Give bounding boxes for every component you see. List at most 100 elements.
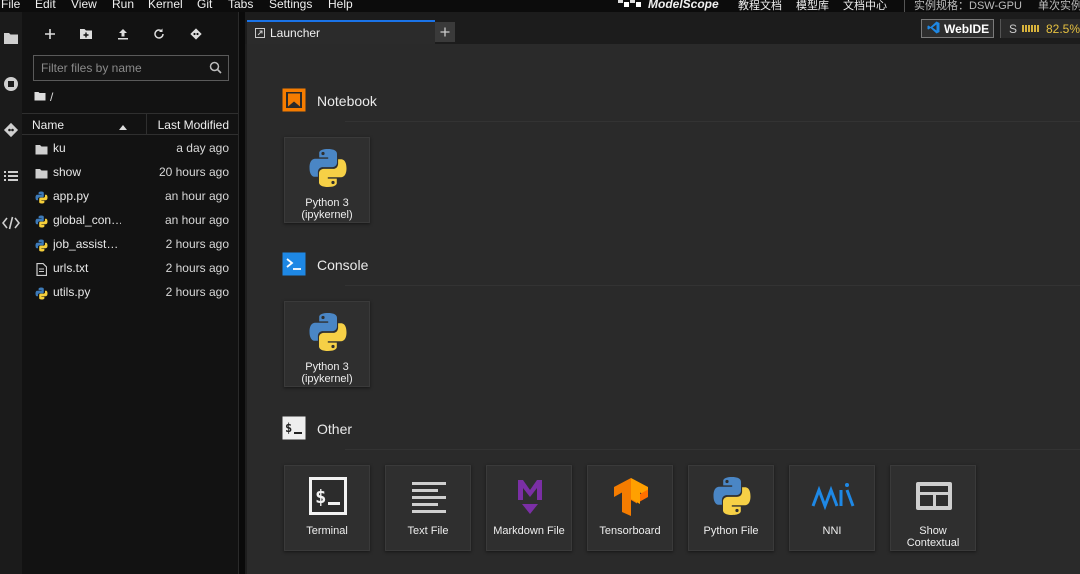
nni-logo-icon xyxy=(811,474,855,518)
instance-spec: 实例规格：DSW-GPU xyxy=(914,0,1022,12)
file-row[interactable]: job_assist… 2 hours ago xyxy=(22,232,238,256)
menu-view[interactable]: View xyxy=(71,0,97,11)
python-logo-icon xyxy=(306,146,350,190)
file-modified: 2 hours ago xyxy=(165,285,229,299)
file-browser-panel: / Name Last Modified ku a day ago show 2… xyxy=(22,12,239,574)
link-tutorials[interactable]: 教程文档 xyxy=(738,0,782,12)
card-label-line2: Contextual xyxy=(906,537,960,549)
card-label-line2: (ipykernel) xyxy=(301,373,353,385)
text-file-card[interactable]: Text File xyxy=(385,465,471,551)
show-contextual-help-card[interactable]: Show Contextual xyxy=(890,465,976,551)
file-name: job_assist… xyxy=(53,237,119,251)
file-filter-input[interactable] xyxy=(34,56,204,80)
menu-kernel[interactable]: Kernel xyxy=(148,0,183,11)
file-modified: a day ago xyxy=(176,141,229,155)
home-folder-icon[interactable] xyxy=(34,90,46,104)
table-of-contents-icon[interactable] xyxy=(0,164,22,188)
file-row[interactable]: app.py an hour ago xyxy=(22,184,238,208)
menu-edit[interactable]: Edit xyxy=(35,0,56,11)
menu-file[interactable]: File xyxy=(1,0,20,11)
tab-launcher-label: Launcher xyxy=(270,26,321,40)
new-tab-button[interactable] xyxy=(435,22,455,42)
menu-tabs[interactable]: Tabs xyxy=(228,0,253,11)
search-icon xyxy=(209,61,222,79)
resource-meter-percent: 82.5% xyxy=(1046,22,1080,36)
tab-bar: Launcher WebIDE S 82.5% xyxy=(245,12,1080,44)
file-list-header: Name Last Modified xyxy=(22,113,238,135)
file-name: app.py xyxy=(53,189,90,203)
notebook-python3-card[interactable]: Python 3 (ipykernel) xyxy=(284,137,370,223)
breadcrumb-root[interactable]: / xyxy=(50,90,53,104)
link-docs-center[interactable]: 文档中心 xyxy=(843,0,887,12)
card-label-line1: Tensorboard xyxy=(599,525,661,537)
card-label-line1: Text File xyxy=(407,525,449,537)
breadcrumb: / xyxy=(34,89,53,105)
markdown-file-card[interactable]: Markdown File xyxy=(486,465,572,551)
python-file-icon xyxy=(34,286,48,300)
menu-help[interactable]: Help xyxy=(328,0,353,11)
file-row[interactable]: show 20 hours ago xyxy=(22,160,238,184)
section-divider xyxy=(345,121,1080,122)
resource-meter: S 82.5% xyxy=(1000,19,1080,38)
file-browser-icon[interactable] xyxy=(0,26,22,50)
file-name: urls.txt xyxy=(53,261,89,275)
card-label-line1: Markdown File xyxy=(493,525,565,537)
resource-meter-bar xyxy=(1022,25,1040,32)
section-divider xyxy=(345,449,1080,450)
python-file-card[interactable]: Python File xyxy=(688,465,774,551)
file-row[interactable]: urls.txt 2 hours ago xyxy=(22,256,238,280)
link-model-hub[interactable]: 模型库 xyxy=(796,0,829,12)
new-launcher-button[interactable] xyxy=(40,24,60,44)
file-filter-box xyxy=(33,55,229,81)
column-divider[interactable] xyxy=(146,114,147,134)
git-icon[interactable] xyxy=(0,118,22,142)
upload-button[interactable] xyxy=(113,24,133,44)
file-modified: an hour ago xyxy=(164,189,229,203)
card-label-line2: (ipykernel) xyxy=(301,209,353,221)
tab-launcher[interactable]: Launcher xyxy=(247,20,435,44)
card-label-line1: Python 3 xyxy=(305,197,349,209)
file-name: ku xyxy=(53,141,66,155)
launcher-tab-icon xyxy=(255,27,265,41)
nni-card[interactable]: NNI xyxy=(789,465,875,551)
code-snippets-icon[interactable] xyxy=(0,211,22,235)
console-section-title: Console xyxy=(317,257,369,273)
column-name-header[interactable]: Name xyxy=(32,118,64,132)
python-logo-icon xyxy=(710,474,754,518)
notebook-section-title: Notebook xyxy=(317,93,377,109)
menu-settings[interactable]: Settings xyxy=(269,0,312,11)
git-clone-button[interactable] xyxy=(186,24,206,44)
new-folder-button[interactable] xyxy=(76,24,96,44)
webide-button[interactable]: WebIDE xyxy=(921,19,994,38)
file-row[interactable]: global_con… an hour ago xyxy=(22,208,238,232)
card-label-line1: Python File xyxy=(703,525,759,537)
menu-run[interactable]: Run xyxy=(112,0,134,11)
sort-ascending-icon[interactable] xyxy=(119,119,127,133)
card-label-line1: Python 3 xyxy=(305,361,349,373)
file-modified: 2 hours ago xyxy=(165,237,229,251)
activity-bar xyxy=(0,12,22,574)
menu-git[interactable]: Git xyxy=(197,0,212,11)
file-name: global_con… xyxy=(53,213,121,227)
column-modified-header[interactable]: Last Modified xyxy=(158,118,229,132)
file-row[interactable]: utils.py 2 hours ago xyxy=(22,280,238,304)
card-label-line1: Terminal xyxy=(306,525,348,537)
running-kernels-icon[interactable] xyxy=(0,72,22,96)
menu-bar: File Edit View Run Kernel Git Tabs Setti… xyxy=(0,0,1080,12)
terminal-card[interactable]: $ Terminal xyxy=(284,465,370,551)
file-modified: an hour ago xyxy=(164,213,229,227)
instance-extra: 单次实例 xyxy=(1038,0,1080,12)
contextual-help-icon xyxy=(912,474,956,518)
console-python3-card[interactable]: Python 3 (ipykernel) xyxy=(284,301,370,387)
tensorflow-icon xyxy=(609,474,653,518)
svg-text:$: $ xyxy=(285,421,292,435)
console-section-icon xyxy=(282,252,306,276)
folder-icon xyxy=(34,166,48,180)
tensorboard-card[interactable]: Tensorboard xyxy=(587,465,673,551)
card-label-line1: NNI xyxy=(822,525,842,537)
python-file-icon xyxy=(34,238,48,252)
file-row[interactable]: ku a day ago xyxy=(22,136,238,160)
refresh-button[interactable] xyxy=(149,24,169,44)
python-file-icon xyxy=(34,190,48,204)
modelscope-brand[interactable]: ModelScope xyxy=(648,0,719,11)
